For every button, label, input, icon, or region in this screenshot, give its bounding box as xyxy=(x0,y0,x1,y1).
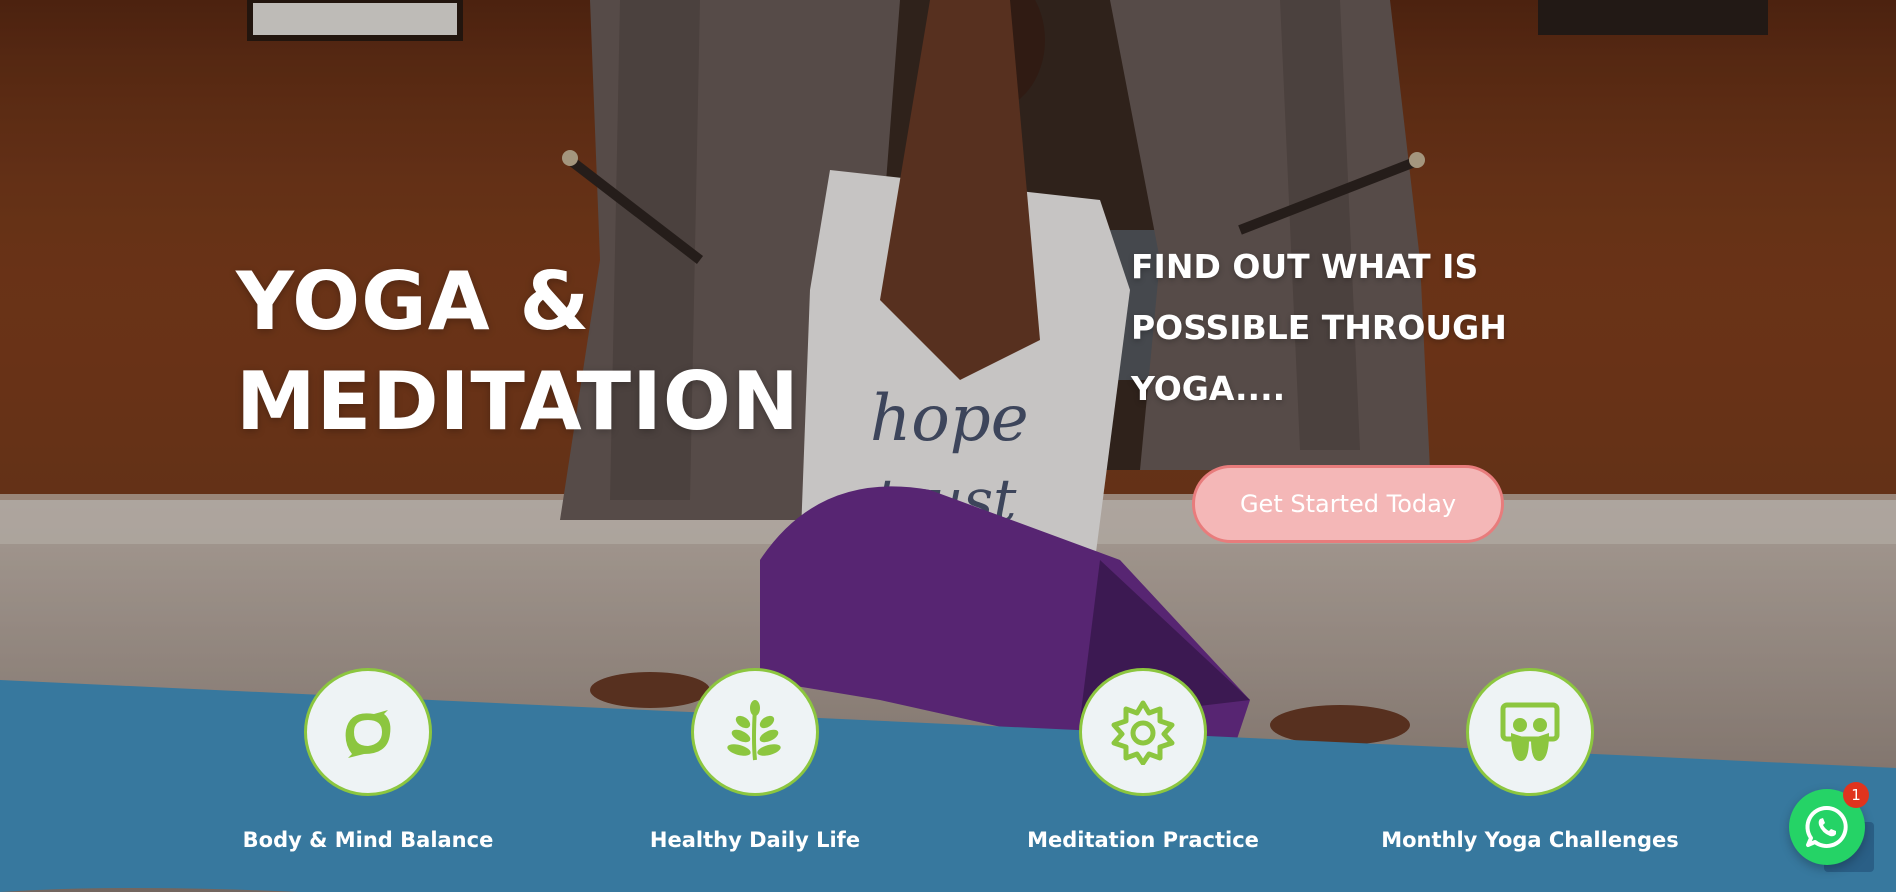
feature-icon-circle xyxy=(1079,668,1207,796)
notification-badge: 1 xyxy=(1843,782,1869,808)
feature-label: Monthly Yoga Challenges xyxy=(1381,828,1679,852)
slideshare-icon xyxy=(1500,702,1560,761)
feature-icon-circle xyxy=(304,668,432,796)
title-line-2: MEDITATION xyxy=(236,355,800,448)
hero-section: hope trust YOGA & MEDITATION FIND OUT WH… xyxy=(0,0,1896,892)
feature-meditation-practice[interactable]: Meditation Practice xyxy=(973,668,1313,854)
gear-flower-icon xyxy=(1111,700,1175,765)
sprout-icon xyxy=(727,700,781,761)
hero-tagline: FIND OUT WHAT IS POSSIBLE THROUGH YOGA..… xyxy=(1131,236,1551,419)
whatsapp-icon xyxy=(1805,805,1848,848)
page-title: YOGA & MEDITATION xyxy=(236,252,800,452)
get-started-button[interactable]: Get Started Today xyxy=(1192,465,1504,543)
feature-label: Healthy Daily Life xyxy=(649,828,861,852)
feature-icon-circle xyxy=(1466,668,1594,796)
feature-body-mind-balance[interactable]: Body & Mind Balance xyxy=(198,668,538,854)
title-line-1: YOGA & xyxy=(236,255,591,348)
feature-label: Meditation Practice xyxy=(1027,828,1259,852)
feature-icon-circle xyxy=(691,668,819,796)
feature-label: Body & Mind Balance xyxy=(242,828,494,852)
feature-monthly-yoga-challenges[interactable]: Monthly Yoga Challenges xyxy=(1360,668,1700,854)
swirl-icon xyxy=(345,710,391,758)
feature-healthy-daily-life[interactable]: Healthy Daily Life xyxy=(585,668,925,854)
tagline-line-1: FIND OUT WHAT IS xyxy=(1131,247,1479,286)
tagline-line-3: YOGA.... xyxy=(1131,369,1286,408)
tagline-line-2: POSSIBLE THROUGH xyxy=(1131,308,1507,347)
